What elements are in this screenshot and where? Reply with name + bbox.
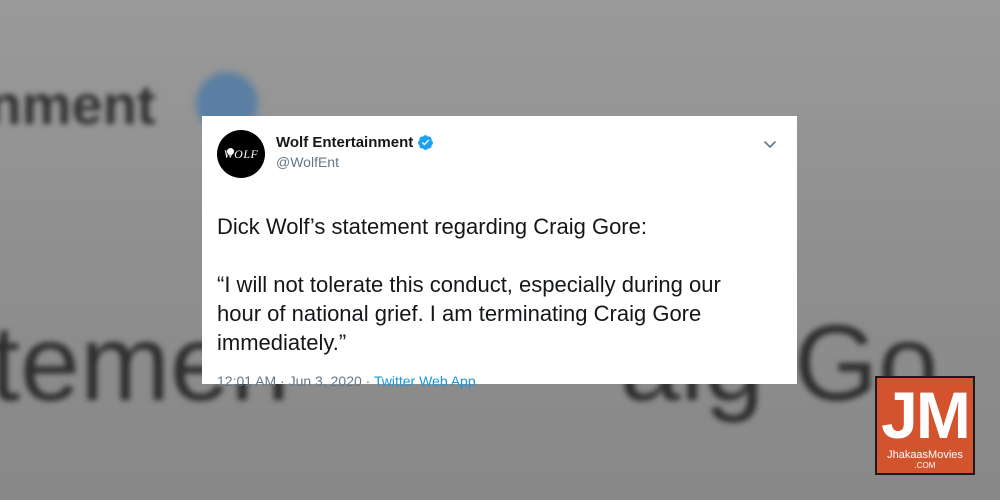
tweet-text: Dick Wolf’s statement regarding Craig Go…	[217, 212, 781, 357]
tweet-line-4: immediately.”	[217, 330, 347, 355]
tweet-card: WOLF Wolf Entertainment @WolfEnt Dick Wo…	[202, 116, 797, 389]
logo-site-suffix: .COM	[914, 461, 936, 470]
tweet-timestamp[interactable]: 12:01 AM · Jun 3, 2020 ·	[217, 373, 374, 389]
chevron-down-icon[interactable]	[761, 136, 779, 154]
display-name[interactable]: Wolf Entertainment	[276, 134, 413, 151]
watermark-logo: JM JhakaasMovies .COM	[875, 376, 975, 475]
avatar[interactable]: WOLF	[217, 130, 265, 178]
tweet-header: WOLF Wolf Entertainment @WolfEnt	[217, 130, 781, 192]
tweet-source-link[interactable]: Twitter Web App	[374, 373, 476, 389]
name-row: Wolf Entertainment	[276, 134, 434, 151]
blurred-name-text: inment	[0, 73, 156, 136]
user-handle[interactable]: @WolfEnt	[276, 154, 434, 170]
verified-badge-icon	[417, 134, 434, 151]
tweet-line-3: hour of national grief. I am terminating…	[217, 301, 702, 326]
logo-letters: JM	[881, 378, 971, 452]
author-block: Wolf Entertainment @WolfEnt	[276, 134, 434, 170]
avatar-moon-dot	[227, 148, 234, 155]
tweet-meta: 12:01 AM · Jun 3, 2020 · Twitter Web App	[217, 373, 781, 389]
logo-site-name: JhakaasMovies	[887, 449, 963, 461]
tweet-line-1: Dick Wolf’s statement regarding Craig Go…	[217, 214, 647, 239]
tweet-line-2: “I will not tolerate this conduct, espec…	[217, 272, 721, 297]
